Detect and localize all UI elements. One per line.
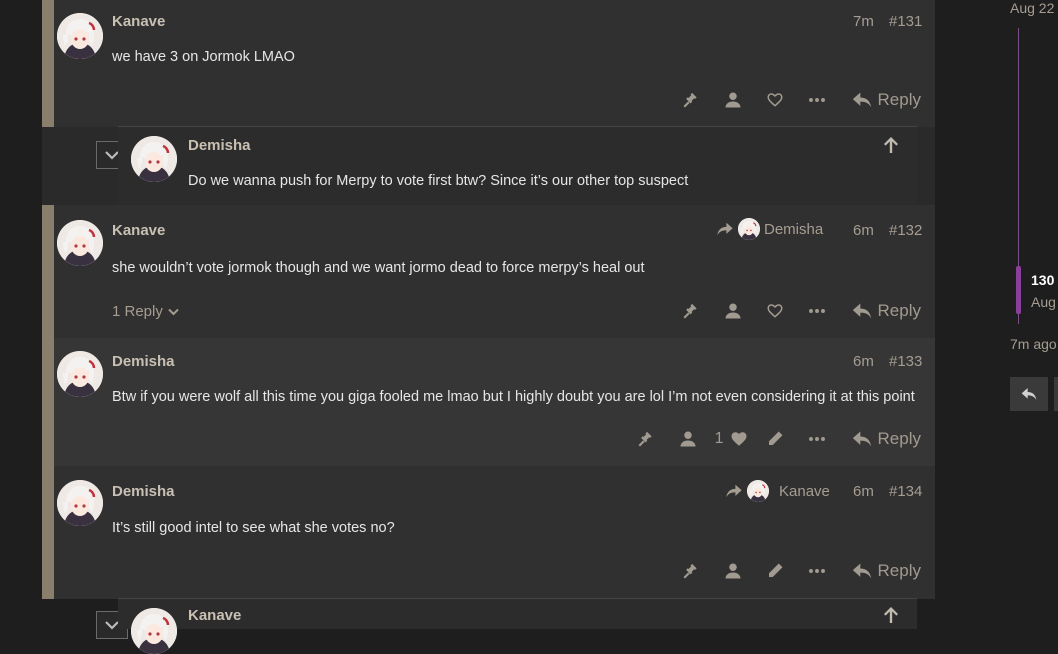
reply-icon <box>852 430 872 448</box>
reply-label: Reply <box>877 90 921 109</box>
timeline-current-post: 130 <box>1031 272 1055 288</box>
avatar[interactable] <box>57 13 103 59</box>
post-number[interactable]: #134 <box>889 483 922 500</box>
post-number[interactable]: #133 <box>889 353 922 370</box>
share-arrow-icon <box>716 222 734 236</box>
reply-button[interactable]: Reply <box>838 301 921 321</box>
user-icon[interactable] <box>667 427 709 451</box>
post-time[interactable]: 6m <box>853 222 874 239</box>
ellipsis-icon[interactable] <box>796 559 838 583</box>
post-134: Demisha Kanave 6m #134 It’s still good i… <box>42 466 935 599</box>
gavel-icon[interactable] <box>670 299 712 323</box>
post-number[interactable]: #131 <box>889 13 922 30</box>
arrow-up-icon[interactable] <box>884 137 898 158</box>
post-actions: Reply <box>670 559 921 583</box>
gavel-icon[interactable] <box>670 88 712 112</box>
gavel-icon[interactable] <box>670 559 712 583</box>
timeline-end-date[interactable]: 7m ago <box>1010 336 1057 352</box>
pencil-icon[interactable] <box>754 427 796 451</box>
post-content: Do we wanna push for Merpy to vote first… <box>188 173 689 189</box>
post-actions: Reply <box>670 299 921 323</box>
reply-button[interactable]: Reply <box>838 561 921 581</box>
reply-icon <box>852 91 872 109</box>
like-count: 1 <box>714 430 724 447</box>
reply-icon <box>852 302 872 320</box>
post-username[interactable]: Kanave <box>112 222 165 239</box>
post-username[interactable]: Demisha <box>188 137 251 154</box>
chevron-down-icon <box>105 621 119 630</box>
ellipsis-icon[interactable] <box>796 88 838 112</box>
heart-icon <box>730 430 748 448</box>
avatar[interactable] <box>131 136 177 182</box>
embedded-reply: Kanave <box>118 598 917 654</box>
post-number[interactable]: #132 <box>889 222 922 239</box>
reply-to-username: Kanave <box>779 482 830 500</box>
post-username[interactable]: Demisha <box>112 353 175 370</box>
post-rail <box>42 205 54 338</box>
reply-icon <box>1021 387 1037 401</box>
reply-button[interactable]: Reply <box>838 429 921 449</box>
reply-to-indicator[interactable]: Kanave <box>725 480 830 502</box>
post-133: Demisha 6m #133 Btw if you were wolf all… <box>42 338 935 466</box>
post-actions: Reply <box>670 88 921 112</box>
ellipsis-icon[interactable] <box>796 299 838 323</box>
post-content: she wouldn’t vote jormok though and we w… <box>112 260 645 276</box>
reply-icon <box>852 562 872 580</box>
topic-timeline: Aug 22 130 Aug 7m ago <box>1000 0 1058 621</box>
arrow-up-icon[interactable] <box>884 607 898 628</box>
post-time[interactable]: 6m <box>853 483 874 500</box>
avatar <box>738 218 760 240</box>
post-content: Btw if you were wolf all this time you g… <box>112 389 915 405</box>
avatar <box>747 480 769 502</box>
avatar[interactable] <box>131 608 177 654</box>
pencil-icon[interactable] <box>754 559 796 583</box>
reply-label: Reply <box>877 561 921 580</box>
post-rail <box>42 0 54 127</box>
heart-icon[interactable] <box>754 88 796 112</box>
post-rail <box>42 466 54 599</box>
reply-label: Reply <box>877 301 921 320</box>
timeline-current-date: Aug <box>1031 294 1056 310</box>
replies-label: 1 Reply <box>112 303 163 320</box>
post-actions: 1 Reply <box>625 427 921 451</box>
reply-label: Reply <box>877 429 921 448</box>
post-132: Kanave Demisha 6m #132 she wouldn’t vote… <box>42 205 935 338</box>
avatar[interactable] <box>57 351 103 397</box>
show-replies-button[interactable]: 1 Reply <box>112 303 179 320</box>
post-time[interactable]: 7m <box>853 13 874 30</box>
timeline-reply-button[interactable] <box>1010 377 1048 411</box>
timeline-start-date[interactable]: Aug 22 <box>1010 0 1054 16</box>
post-131: Kanave 7m #131 we have 3 on Jormok LMAO … <box>42 0 935 127</box>
gavel-icon[interactable] <box>625 427 667 451</box>
reply-button[interactable]: Reply <box>838 90 921 110</box>
user-icon[interactable] <box>712 559 754 583</box>
chevron-down-icon <box>105 151 119 160</box>
post-username[interactable]: Demisha <box>112 483 175 500</box>
avatar[interactable] <box>57 220 103 266</box>
user-icon[interactable] <box>712 88 754 112</box>
avatar[interactable] <box>57 480 103 526</box>
reply-to-indicator[interactable]: Demisha <box>716 218 823 240</box>
share-arrow-icon <box>725 484 743 498</box>
user-icon[interactable] <box>712 299 754 323</box>
post-username[interactable]: Kanave <box>112 13 165 30</box>
post-rail <box>42 338 54 466</box>
post-username[interactable]: Kanave <box>188 607 241 624</box>
timeline-scroller-handle[interactable] <box>1016 266 1021 314</box>
like-button[interactable]: 1 <box>709 427 754 451</box>
embedded-reply: Demisha Do we wanna push for Merpy to vo… <box>118 126 917 205</box>
post-time[interactable]: 6m <box>853 353 874 370</box>
chevron-down-icon <box>168 308 179 315</box>
ellipsis-icon[interactable] <box>796 427 838 451</box>
heart-icon[interactable] <box>754 299 796 323</box>
timeline-extra-button[interactable] <box>1054 377 1058 411</box>
post-content: we have 3 on Jormok LMAO <box>112 49 295 65</box>
reply-to-username: Demisha <box>764 220 824 238</box>
post-content: It’s still good intel to see what she vo… <box>112 520 395 536</box>
